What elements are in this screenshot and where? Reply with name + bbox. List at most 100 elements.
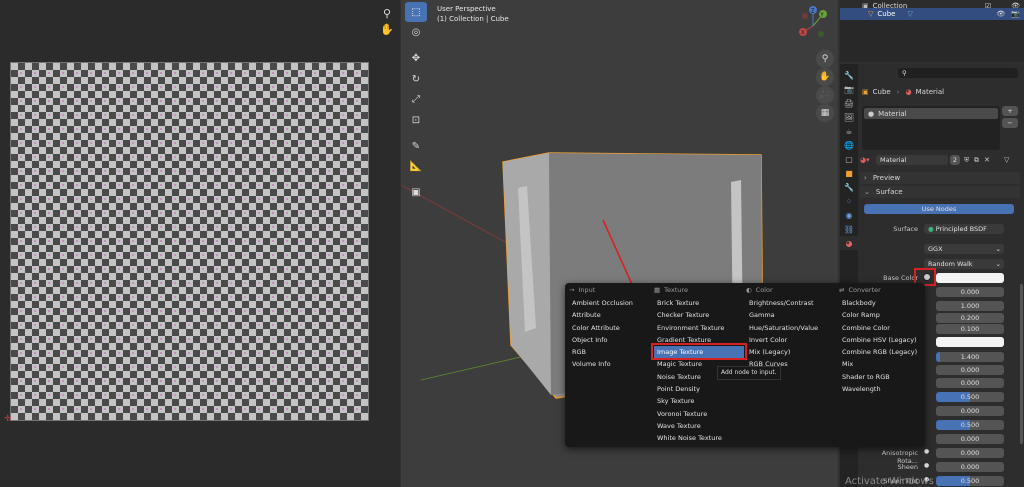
uv-2d-cursor-icon[interactable]: ✛	[4, 414, 12, 424]
camera-icon[interactable]: 🎥	[816, 86, 834, 104]
ortho-grid-icon[interactable]: ▦	[816, 104, 834, 122]
collection-tab-icon[interactable]: ▢	[840, 152, 858, 166]
eye-icon[interactable]: 👁	[996, 10, 1005, 18]
material-browse-icon[interactable]: ◕▾	[860, 156, 870, 164]
scene-tab-icon[interactable]: ☕	[840, 124, 858, 138]
menu-item[interactable]: Invert Color	[746, 334, 838, 346]
pan-hand-icon[interactable]: ✋	[378, 20, 396, 38]
surface-panel-header[interactable]: ⌄ Surface	[860, 186, 1020, 198]
preview-panel-header[interactable]: › Preview	[860, 172, 1020, 184]
value-field[interactable]: 0.000	[936, 434, 1004, 444]
tool-tab-icon[interactable]: 🔧	[840, 68, 858, 82]
color-field[interactable]	[936, 337, 1004, 347]
navigation-gizmo[interactable]: Y X Z	[793, 4, 833, 44]
world-tab-icon[interactable]: 🌐	[840, 138, 858, 152]
scale-icon[interactable]: ⤢	[405, 90, 427, 110]
menu-item[interactable]: Gamma	[746, 309, 838, 321]
render-tab-icon[interactable]: 📷	[840, 82, 858, 96]
duplicate-icon[interactable]: ⧉	[974, 156, 979, 165]
menu-item[interactable]: Object Info	[569, 334, 655, 346]
physics-tab-icon[interactable]: ◉	[840, 208, 858, 222]
camera-icon[interactable]: 📷	[1011, 10, 1020, 18]
rotate-icon[interactable]: ↻	[405, 69, 427, 89]
properties-scrollbar[interactable]	[1020, 284, 1023, 444]
menu-item[interactable]: White Noise Texture	[654, 432, 746, 444]
base-color-swatch[interactable]	[936, 273, 1004, 283]
add-slot-button[interactable]: +	[1002, 106, 1018, 116]
sheen-field[interactable]: 0.000	[936, 462, 1004, 472]
value-field[interactable]: 0.200	[936, 313, 1004, 323]
measure-icon[interactable]: 📐	[405, 157, 427, 177]
menu-item[interactable]: Mix	[839, 358, 925, 370]
uv-editor-area[interactable]: ✛ ⚲ ✋	[0, 0, 400, 487]
use-nodes-button[interactable]: Use Nodes	[864, 204, 1014, 214]
slider-field[interactable]: 0.500	[936, 420, 1004, 430]
menu-item[interactable]: Mix (Legacy)	[746, 346, 838, 358]
menu-item[interactable]: Color Attribute	[569, 322, 655, 334]
view-layer-tab-icon[interactable]: 🖼	[840, 110, 858, 124]
material-tab-icon[interactable]: ◕	[840, 236, 858, 250]
value-field[interactable]: 0.000	[936, 365, 1004, 375]
move-icon[interactable]: ✥	[405, 49, 427, 69]
properties-search-input[interactable]: ⚲	[898, 68, 1018, 78]
outliner-row-cube[interactable]: ▽ Cube ▽ 👁 📷	[840, 8, 1024, 20]
menu-item[interactable]: Ambient Occlusion	[569, 297, 655, 309]
subsurface-method-value: Random Walk	[928, 260, 973, 268]
select-box-icon[interactable]: ⬚	[405, 2, 427, 22]
menu-item[interactable]: Voronoi Texture	[654, 408, 746, 420]
filter-icon[interactable]: ▽	[1004, 156, 1009, 164]
material-slot-list[interactable]: ● Material	[862, 106, 1000, 150]
menu-item[interactable]: Checker Texture	[654, 309, 746, 321]
user-count-field[interactable]: 2	[950, 155, 960, 165]
material-name-field[interactable]: Material	[876, 155, 948, 165]
shield-icon[interactable]: ⛨	[964, 156, 969, 165]
uv-checker-grid[interactable]	[10, 62, 369, 421]
distribution-dropdown[interactable]: GGX ⌄	[924, 244, 1004, 254]
menu-item[interactable]: RGB	[569, 346, 655, 358]
remove-slot-button[interactable]: −	[1002, 118, 1018, 128]
value-field[interactable]: 1.000	[936, 301, 1004, 311]
slider-field[interactable]: 0.500	[936, 392, 1004, 402]
surface-shader-field[interactable]: ● Principled BSDF	[924, 224, 1004, 234]
menu-item[interactable]: Environment Texture	[654, 322, 746, 334]
menu-item[interactable]: Wavelength	[839, 383, 925, 395]
menu-item[interactable]: Combine RGB (Legacy)	[839, 346, 925, 358]
menu-item[interactable]: Brightness/Contrast	[746, 297, 838, 309]
cursor-icon[interactable]: ◎	[405, 23, 427, 43]
modifier-tab-icon[interactable]: 🔧	[840, 180, 858, 194]
value-field[interactable]: 0.000	[936, 287, 1004, 297]
subsurface-method-dropdown[interactable]: Random Walk ⌄	[924, 259, 1004, 269]
menu-item[interactable]: Blackbody	[839, 297, 925, 309]
menu-item[interactable]: Combine HSV (Legacy)	[839, 334, 925, 346]
object-tab-icon[interactable]: ■	[840, 166, 858, 180]
menu-item[interactable]: Volume Info	[569, 358, 655, 370]
anisotropic-rotation-field[interactable]: 0.000	[936, 448, 1004, 458]
menu-item[interactable]: Brick Texture	[654, 297, 746, 309]
menu-item[interactable]: Sky Texture	[654, 395, 746, 407]
menu-item[interactable]: Attribute	[569, 309, 655, 321]
pan-hand-icon[interactable]: ✋	[816, 68, 834, 86]
menu-item[interactable]: Combine Color	[839, 322, 925, 334]
particles-tab-icon[interactable]: ⁘	[840, 194, 858, 208]
shader-dot-icon: ●	[928, 225, 934, 233]
socket-dot-icon[interactable]: ●	[924, 448, 929, 455]
transform-icon[interactable]: ⊡	[405, 110, 427, 130]
ior-field[interactable]: 1.400	[936, 352, 1004, 362]
output-tab-icon[interactable]: 🖨	[840, 96, 858, 110]
material-slot-row[interactable]: ● Material	[864, 108, 998, 119]
menu-item[interactable]: Point Density	[654, 383, 746, 395]
menu-item[interactable]: Shader to RGB	[839, 371, 925, 383]
constraints-tab-icon[interactable]: ⛓	[840, 222, 858, 236]
annotate-icon[interactable]: ✎	[405, 136, 427, 156]
value-field[interactable]: 0.000	[936, 406, 1004, 416]
menu-item[interactable]: Wave Texture	[654, 420, 746, 432]
close-icon[interactable]: ✕	[984, 156, 990, 164]
sheen-tint-field[interactable]: 0.500	[936, 476, 1004, 486]
socket-dot-icon[interactable]: ●	[924, 462, 929, 469]
zoom-icon[interactable]: ⚲	[816, 50, 834, 68]
menu-item[interactable]: Hue/Saturation/Value	[746, 322, 838, 334]
menu-item[interactable]: Color Ramp	[839, 309, 925, 321]
value-field[interactable]: 0.000	[936, 378, 1004, 388]
value-field[interactable]: 0.100	[936, 324, 1004, 334]
add-cube-icon[interactable]: ▣	[405, 183, 427, 203]
